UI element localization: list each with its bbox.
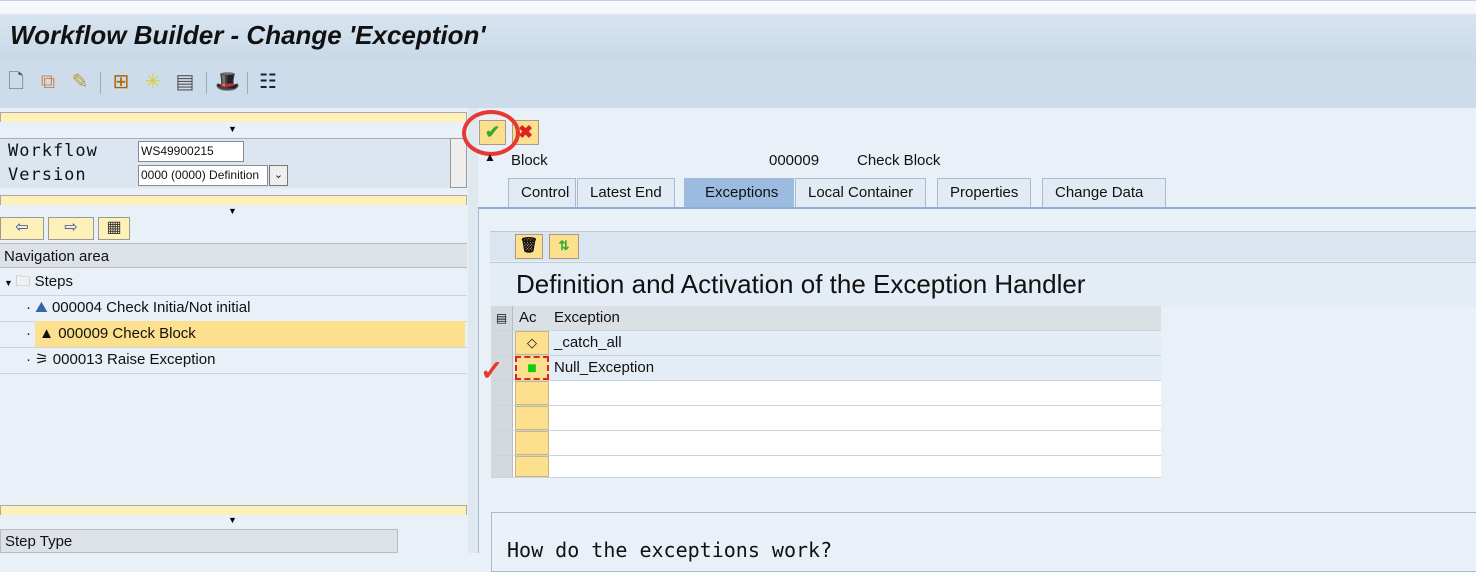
table-row-empty[interactable] <box>491 456 1161 478</box>
forward-arrow-button[interactable]: ⇨ <box>48 217 94 240</box>
copy-icon[interactable]: ⧉ <box>36 70 60 94</box>
tree-label: 000013 Raise Exception <box>52 351 216 368</box>
table-header: ▤ Ac Exception <box>491 306 1161 331</box>
folder-icon: 🗀 <box>15 273 31 290</box>
edit-pencil-icon[interactable]: ✎ <box>68 70 92 94</box>
divider <box>0 373 467 374</box>
section-heading: Definition and Activation of the Excepti… <box>516 269 1086 299</box>
chevron-down-icon[interactable]: ⌄ <box>269 165 288 186</box>
version-label: Version <box>8 165 87 185</box>
collapse-arrow-icon[interactable]: ▼ <box>228 124 237 134</box>
column-header-active[interactable]: Ac <box>519 306 537 330</box>
tree-node-step-selected[interactable]: · ▲ 000009 Check Block <box>26 321 467 347</box>
expand-icon[interactable]: ▼ <box>4 278 15 288</box>
table-row[interactable]: ■ Null_Exception <box>491 356 1161 381</box>
tab-exceptions[interactable]: Exceptions <box>684 178 794 208</box>
step-name: Check Block <box>857 152 941 169</box>
version-select[interactable]: 0000 (0000) Definition <box>138 165 268 186</box>
separator <box>206 72 207 94</box>
hat-icon[interactable]: 🎩 <box>215 70 240 94</box>
collapse-arrow-icon[interactable]: ▼ <box>228 515 237 525</box>
exception-cell: _catch_all <box>554 334 622 351</box>
tree-node-step[interactable]: · ⚞ 000013 Raise Exception <box>26 347 215 373</box>
table-row-empty[interactable] <box>491 406 1161 431</box>
application-toolbar: 🗋 ⧉ ✎ ⊞ ✳ ▤ 🎩 ☷ <box>0 60 1476 108</box>
action-cell[interactable] <box>515 381 549 405</box>
tree-label: 000009 Check Block <box>58 325 196 342</box>
tree-label: Steps <box>34 273 73 290</box>
panel-header-bar <box>0 505 467 515</box>
workflow-label: Workflow <box>8 141 98 161</box>
workflow-tree-icon[interactable]: ⊞ <box>109 70 133 94</box>
right-panel: ✔ ✖ ▲ Block 000009 Check Block Control L… <box>462 108 1476 572</box>
wizard-icon[interactable]: ✳ <box>141 70 165 94</box>
table-toolbar <box>490 231 1476 261</box>
action-cell[interactable] <box>515 406 549 430</box>
table-row-empty[interactable] <box>491 431 1161 456</box>
new-document-icon[interactable]: 🗋 <box>4 70 28 94</box>
activate-toggle-icon[interactable]: ⇅ <box>549 234 579 259</box>
column-header-exception[interactable]: Exception <box>554 306 620 330</box>
tab-properties[interactable]: Properties <box>937 178 1032 208</box>
tab-local-container[interactable]: Local Container <box>795 178 927 208</box>
tab-change-data[interactable]: Change Data <box>1042 178 1166 208</box>
select-all-icon[interactable]: ▤ <box>491 306 513 330</box>
row-selector[interactable] <box>491 331 513 355</box>
separator <box>100 72 101 94</box>
separator <box>247 72 248 94</box>
window-title: Workflow Builder - Change 'Exception' <box>10 20 486 50</box>
display-icon[interactable]: ▤ <box>173 70 197 94</box>
tree-node-steps[interactable]: ▼ 🗀 Steps <box>4 269 73 295</box>
panel-header-bar <box>0 112 467 122</box>
exceptions-tab-content: 🗑 ⇅ Definition and Activation of the Exc… <box>478 207 1476 572</box>
row-selector[interactable] <box>491 431 513 455</box>
action-cell[interactable] <box>515 456 549 477</box>
diamond-icon[interactable]: ◇ <box>515 331 549 355</box>
tab-control[interactable]: Control <box>508 178 576 208</box>
tree-node-step[interactable]: · ⛰ 000004 Check Initia/Not initial <box>26 295 250 321</box>
collapse-arrow-icon[interactable]: ▼ <box>228 206 237 216</box>
vertical-scrollbar[interactable] <box>450 138 467 188</box>
row-selector[interactable] <box>491 406 513 430</box>
splitter[interactable] <box>468 108 478 553</box>
navigation-area-header: Navigation area <box>0 243 467 268</box>
exception-cell: Null_Exception <box>554 359 655 376</box>
annotation-checkmark-icon: ✓ <box>480 355 504 386</box>
step-type: Block <box>511 152 548 169</box>
workflow-field[interactable]: WS49900215 <box>138 141 244 162</box>
row-selector[interactable] <box>491 456 513 477</box>
overview-icon[interactable]: ▦ <box>98 217 130 240</box>
action-cell[interactable] <box>515 431 549 455</box>
condition-icon: ⛰ <box>35 299 48 316</box>
step-type-header: Step Type <box>0 529 398 553</box>
tab-latest-end[interactable]: Latest End <box>577 178 675 208</box>
raise-exception-icon: ⚞ <box>35 351 49 368</box>
tree-label: 000004 Check Initia/Not initial <box>51 299 251 316</box>
block-icon: ▲ <box>39 325 55 342</box>
step-number: 000009 <box>769 152 820 169</box>
table-layout-icon[interactable]: ☷ <box>256 70 280 94</box>
help-text[interactable]: How do the exceptions work? <box>507 538 832 562</box>
back-arrow-button[interactable]: ⇦ <box>0 217 44 240</box>
help-box: How do the exceptions work? <box>491 512 1476 572</box>
table-row[interactable]: ◇ _catch_all <box>491 331 1161 356</box>
green-square-icon[interactable]: ■ <box>515 356 549 380</box>
panel-header-bar <box>0 195 467 205</box>
delete-trash-icon[interactable]: 🗑 <box>515 234 543 259</box>
block-icon: ▲ <box>484 150 496 164</box>
table-row-empty[interactable] <box>491 381 1161 406</box>
